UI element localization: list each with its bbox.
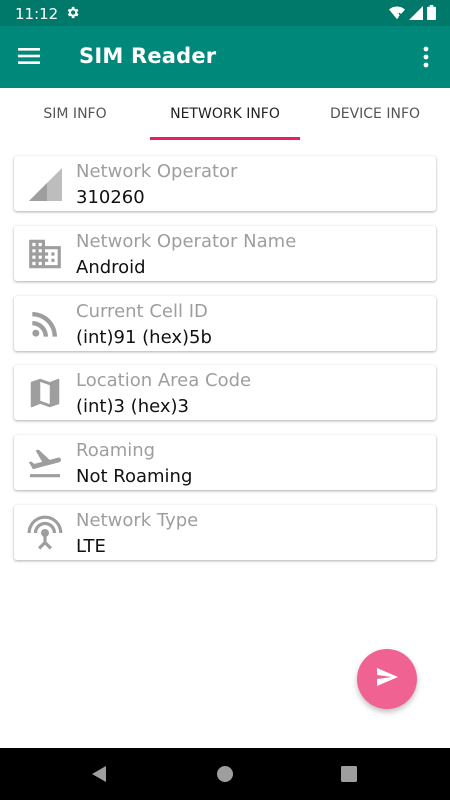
network-operator-card: Network Operator 310260 <box>14 156 436 211</box>
gear-icon <box>65 5 80 25</box>
antenna-icon <box>26 514 64 552</box>
home-icon[interactable] <box>213 762 237 786</box>
overflow-menu-icon[interactable] <box>414 44 438 70</box>
network-type-card: Network Type LTE <box>14 505 436 560</box>
recents-icon[interactable] <box>337 762 361 786</box>
card-value: LTE <box>76 536 106 557</box>
tab-sim-info[interactable]: SIM INFO <box>0 88 150 140</box>
tab-indicator <box>150 137 300 140</box>
signal-strength-icon <box>26 165 64 203</box>
status-bar: 11:12 <box>0 0 450 26</box>
airplane-departure-icon <box>26 444 64 482</box>
location-area-code-card: Location Area Code (int)3 (hex)3 <box>14 365 436 420</box>
card-value: 310260 <box>76 187 145 208</box>
card-value: Not Roaming <box>76 466 193 487</box>
card-label: Network Operator <box>76 161 238 182</box>
signal-icon <box>409 5 423 25</box>
card-label: Roaming <box>76 440 156 461</box>
roaming-card: Roaming Not Roaming <box>14 435 436 490</box>
send-button[interactable] <box>357 649 417 709</box>
current-cell-id-card: Current Cell ID (int)91 (hex)5b <box>14 296 436 351</box>
card-value: (int)91 (hex)5b <box>76 327 212 348</box>
menu-icon[interactable] <box>18 45 44 69</box>
card-label: Location Area Code <box>76 370 252 391</box>
card-value: (int)3 (hex)3 <box>76 396 190 417</box>
system-nav-bar <box>0 748 450 800</box>
wifi-icon <box>389 5 405 25</box>
rss-icon <box>26 305 64 343</box>
card-value: Android <box>76 257 146 278</box>
back-icon[interactable] <box>88 762 112 786</box>
app-title: SIM Reader <box>79 44 217 68</box>
card-label: Network Type <box>76 510 199 531</box>
tab-device-info[interactable]: DEVICE INFO <box>300 88 450 140</box>
battery-icon <box>427 5 436 25</box>
tab-bar: SIM INFO NETWORK INFO DEVICE INFO <box>0 88 450 140</box>
send-icon <box>375 665 399 694</box>
card-label: Network Operator Name <box>76 231 297 252</box>
status-time: 11:12 <box>15 5 59 23</box>
tab-network-info[interactable]: NETWORK INFO <box>150 88 300 140</box>
card-label: Current Cell ID <box>76 301 208 322</box>
app-bar: SIM Reader <box>0 26 450 88</box>
map-icon <box>26 374 64 412</box>
building-icon <box>26 235 64 273</box>
network-operator-name-card: Network Operator Name Android <box>14 226 436 281</box>
